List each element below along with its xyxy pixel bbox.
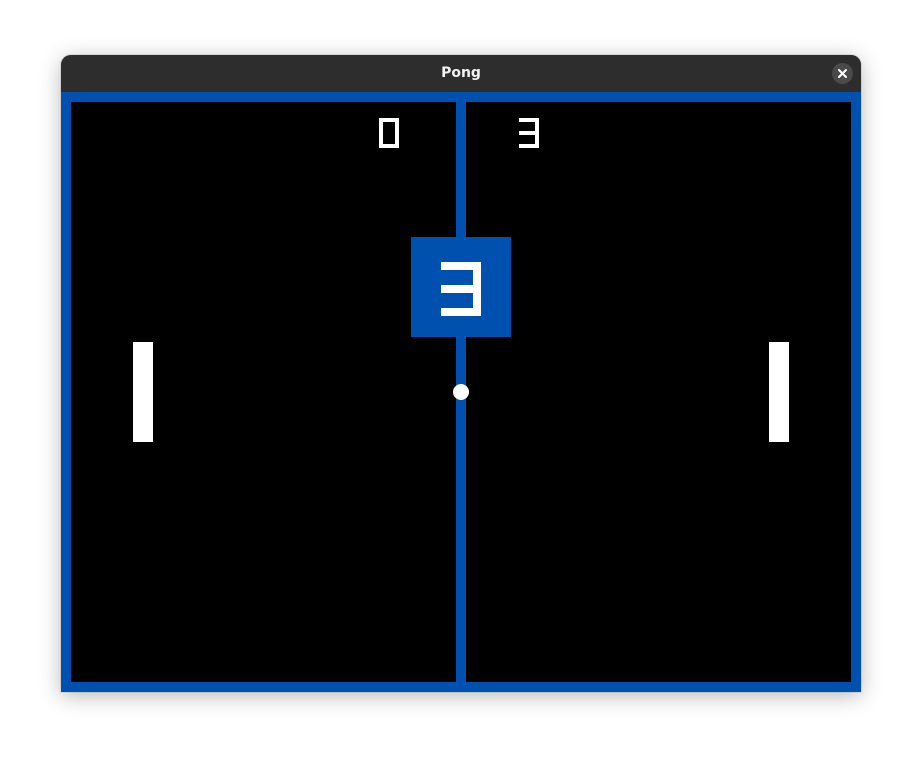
score-right: 3	[519, 118, 539, 152]
countdown-digit	[441, 262, 481, 316]
court-right-half	[466, 102, 851, 682]
digit-segment-f	[379, 118, 383, 135]
window-title: Pong	[441, 65, 481, 81]
digit-segment-d	[441, 308, 481, 316]
score-right-digit	[519, 118, 539, 148]
ball	[453, 384, 469, 400]
court-left-half	[71, 102, 456, 682]
close-icon	[838, 69, 847, 78]
score-left-digit	[379, 118, 399, 148]
countdown-number: 3	[441, 262, 481, 320]
left-paddle	[133, 342, 153, 442]
countdown-box: 3	[411, 237, 511, 337]
pong-window: Pong 0 3 3	[61, 55, 861, 692]
close-button[interactable]	[832, 63, 853, 84]
digit-segment-d	[519, 144, 539, 148]
right-paddle	[769, 342, 789, 442]
title-bar[interactable]: Pong	[61, 55, 861, 92]
game-area[interactable]: 0 3 3	[61, 92, 861, 692]
score-left: 0	[379, 118, 399, 152]
